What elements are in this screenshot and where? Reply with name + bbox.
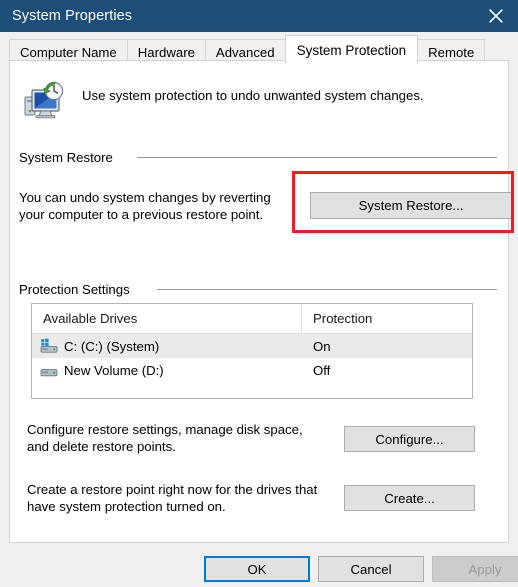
system-restore-group-rule (137, 157, 497, 158)
tab-label: Computer Name (20, 44, 117, 60)
system-restore-button[interactable]: System Restore... (310, 192, 512, 219)
system-restore-description: You can undo system changes by reverting… (19, 190, 271, 222)
system-restore-icon (24, 81, 64, 119)
configure-button[interactable]: Configure... (344, 426, 475, 452)
table-row[interactable]: New Volume (D:) Off (32, 358, 472, 382)
system-restore-group-label: System Restore (19, 150, 120, 165)
system-properties-dialog: System Properties Computer Name Hardware… (0, 0, 518, 587)
window-title: System Properties (12, 8, 133, 24)
apply-button: Apply (432, 556, 518, 582)
table-row[interactable]: C: (C:) (System) On (32, 334, 472, 358)
system-drive-icon (40, 338, 58, 353)
create-description: Create a restore point right now for the… (27, 482, 318, 514)
drive-icon (40, 369, 58, 377)
create-button[interactable]: Create... (344, 485, 475, 511)
panel-header: Use system protection to undo unwanted s… (18, 79, 498, 125)
tab-system-protection[interactable]: System Protection (284, 35, 419, 64)
configure-description: Configure restore settings, manage disk … (27, 422, 303, 454)
title-bar: System Properties (0, 0, 518, 32)
column-header-protection[interactable]: Protection (302, 304, 472, 333)
available-drives-list[interactable]: Available Drives Protection C: (C:) (Sys… (31, 303, 473, 399)
protection-settings-group-label: Protection Settings (19, 282, 137, 297)
protection-settings-group-rule (157, 289, 497, 290)
system-protection-panel: Use system protection to undo unwanted s… (9, 60, 512, 543)
protection-state-cell: Off (313, 362, 331, 378)
tab-label: Remote (428, 44, 475, 60)
tab-label: System Protection (296, 42, 407, 58)
column-header-available-drives[interactable]: Available Drives (32, 304, 302, 333)
drive-label: New Volume (D:) (64, 362, 164, 378)
drive-list-header: Available Drives Protection (32, 304, 472, 334)
drive-name-cell: New Volume (D:) (32, 362, 302, 378)
ok-button[interactable]: OK (204, 556, 310, 582)
panel-description: Use system protection to undo unwanted s… (82, 88, 424, 103)
close-icon[interactable] (474, 0, 518, 32)
tab-label: Hardware (137, 44, 195, 60)
drive-label: C: (C:) (System) (64, 338, 160, 354)
protection-state-cell: On (313, 338, 331, 354)
tab-label: Advanced (215, 44, 275, 60)
dialog-footer: OK Cancel Apply (0, 545, 518, 587)
cancel-button[interactable]: Cancel (318, 556, 424, 582)
drive-name-cell: C: (C:) (System) (32, 338, 302, 354)
